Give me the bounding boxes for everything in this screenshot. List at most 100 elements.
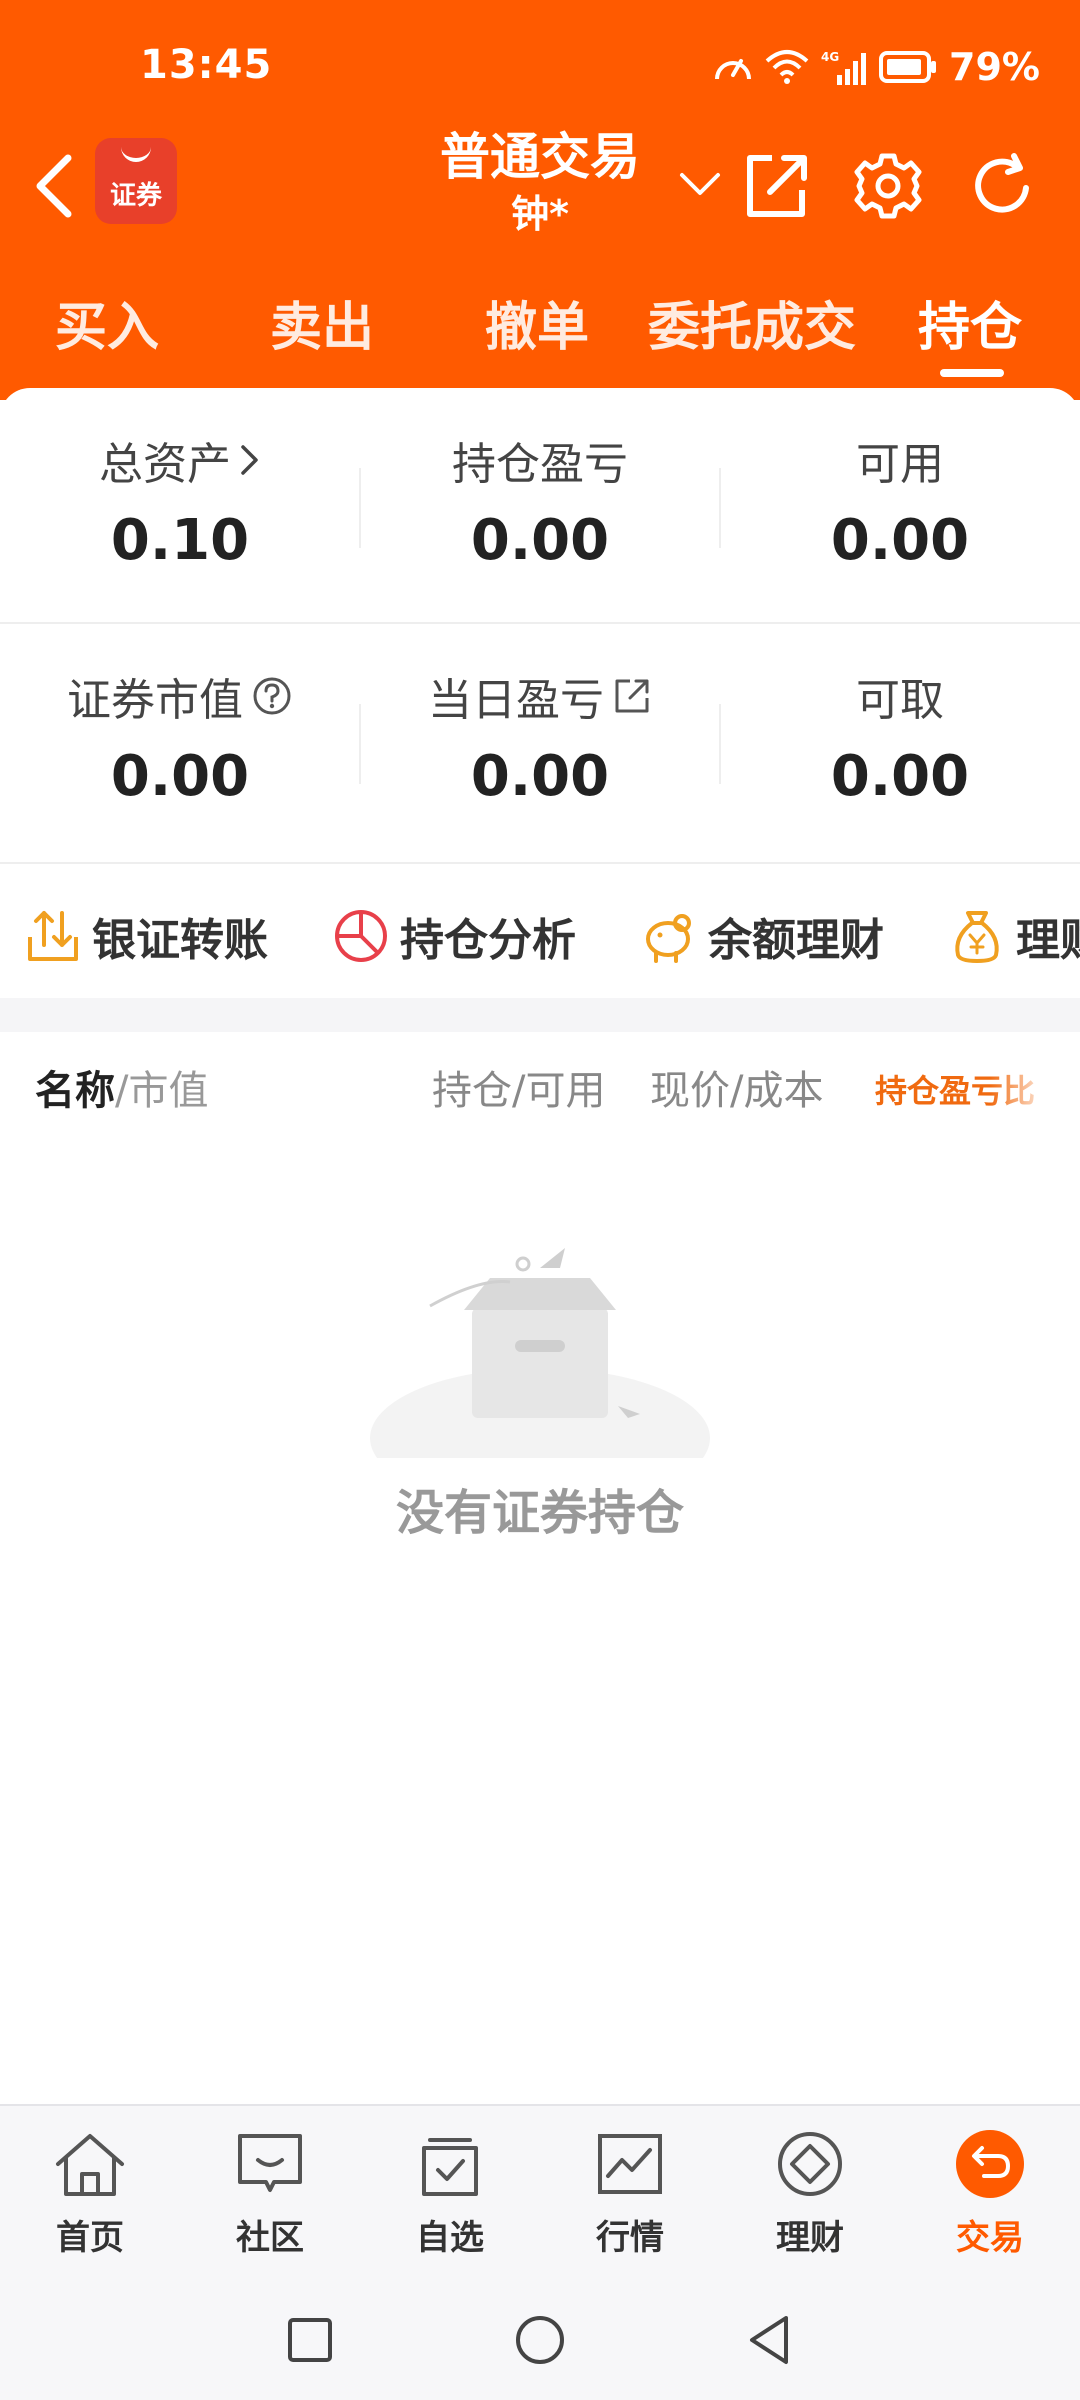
position-pnl-cell: 持仓盈亏 0.00 xyxy=(360,388,720,624)
money-bag-icon xyxy=(955,911,999,963)
position-analysis-label: 持仓分析 xyxy=(400,915,576,966)
withdrawable-value: 0.00 xyxy=(830,744,970,809)
back-icon[interactable] xyxy=(28,150,80,222)
bottom-nav: 首页 社区 自选 行情 理财 交易 xyxy=(0,2104,1080,2280)
external-link-icon[interactable] xyxy=(612,676,652,716)
status-icons: 4G 79% xyxy=(713,42,1040,92)
transfer-icon xyxy=(28,911,78,961)
market-value-value: 0.00 xyxy=(110,744,250,809)
column-name-label: 名称 xyxy=(35,1068,115,1114)
available-label-wrap: 可用 xyxy=(720,428,1080,492)
column-market-value-label: /市值 xyxy=(115,1068,209,1114)
account-name: 钟* xyxy=(511,192,569,236)
daily-pnl-label: 当日盈亏 xyxy=(428,675,604,726)
speed-icon xyxy=(715,59,752,80)
daily-pnl-value: 0.00 xyxy=(470,744,610,809)
tab-positions[interactable]: 持仓 xyxy=(918,285,1022,360)
market-value-cell: 证券市值 0.00 xyxy=(0,624,360,860)
nav-trade-label: 交易 xyxy=(956,2218,1024,2258)
available-label: 可用 xyxy=(856,439,944,490)
trade-icon xyxy=(956,2130,1024,2198)
tab-cancel-order[interactable]: 撤单 xyxy=(485,285,589,360)
bank-transfer-button[interactable]: 银证转账 xyxy=(24,904,268,968)
header-bar: 13:45 4G 79% 证券 普通交易 钟* 买入 卖出 撤单 委托成交 持仓 xyxy=(0,0,1080,400)
position-pnl-value: 0.00 xyxy=(470,508,610,573)
app-logo: 证券 xyxy=(95,138,177,224)
logo-mark-icon xyxy=(121,142,151,162)
status-time: 13:45 xyxy=(140,42,273,88)
trade-tabs: 买入 卖出 撤单 委托成交 持仓 xyxy=(0,285,1080,377)
nav-home-label: 首页 xyxy=(56,2218,124,2258)
daily-pnl-label-wrap: 当日盈亏 xyxy=(360,664,720,728)
tab-sell[interactable]: 卖出 xyxy=(270,285,374,360)
pie-chart-icon xyxy=(335,910,387,962)
nav-market-label: 行情 xyxy=(596,2218,664,2258)
nav-market[interactable]: 行情 xyxy=(555,2130,705,2270)
tab-active-indicator xyxy=(940,369,1004,377)
nav-community-label: 社区 xyxy=(236,2218,304,2258)
wifi-icon xyxy=(765,50,809,84)
total-assets-label: 总资产 xyxy=(99,439,231,490)
gear-icon[interactable] xyxy=(852,150,924,222)
help-icon[interactable] xyxy=(251,675,293,717)
chevron-right-icon xyxy=(241,445,258,475)
position-pnl-label: 持仓盈亏 xyxy=(452,439,628,490)
quick-actions-bar: 银证转账 持仓分析 余额理财 理财 xyxy=(0,862,1080,1002)
nav-watchlist[interactable]: 自选 xyxy=(375,2130,525,2270)
nav-home[interactable]: 首页 xyxy=(15,2130,165,2270)
column-price-cost: 现价/成本 xyxy=(650,1068,824,1114)
column-name-market-value: 名称/市值 xyxy=(35,1058,208,1116)
nav-wealth-label: 理财 xyxy=(776,2218,844,2258)
nav-wealth[interactable]: 理财 xyxy=(735,2130,885,2270)
daily-pnl-cell[interactable]: 当日盈亏 0.00 xyxy=(360,624,720,860)
empty-state-text: 没有证券持仓 xyxy=(395,1485,684,1541)
withdrawable-label-wrap: 可取 xyxy=(720,664,1080,728)
chevron-down-icon[interactable] xyxy=(676,165,724,205)
wealth-icon xyxy=(778,2132,842,2196)
total-assets-label-wrap: 总资产 xyxy=(0,428,360,492)
withdrawable-label: 可取 xyxy=(856,675,944,726)
home-circle-icon[interactable] xyxy=(510,2310,570,2370)
home-icon xyxy=(56,2134,124,2196)
position-analysis-button[interactable]: 持仓分析 xyxy=(332,904,576,968)
wealth-button[interactable]: 理财 xyxy=(948,904,1080,968)
piggy-bank-icon xyxy=(646,914,691,963)
status-bar: 13:45 4G 79% xyxy=(0,0,1080,130)
section-divider xyxy=(0,998,1080,1032)
column-scroll-fade xyxy=(990,1058,1080,1128)
account-switcher[interactable]: 普通交易 钟* xyxy=(380,125,700,239)
svg-text:4G: 4G xyxy=(821,50,839,64)
column-holding-available: 持仓/可用 xyxy=(432,1068,606,1114)
logo-text: 证券 xyxy=(109,181,162,211)
refresh-icon[interactable] xyxy=(966,150,1038,222)
balance-wealth-label: 余额理财 xyxy=(708,915,884,966)
back-triangle-icon[interactable] xyxy=(740,2310,800,2370)
positions-list-header: 名称/市值 持仓/可用 现价/成本 持仓盈亏比 xyxy=(0,1058,1080,1138)
system-nav-bar xyxy=(0,2280,1080,2400)
summary-row-2: 证券市值 0.00 当日盈亏 0.00 可取 0.00 xyxy=(0,624,1080,860)
wealth-label: 理财 xyxy=(1016,915,1080,966)
market-value-label: 证券市值 xyxy=(67,675,243,726)
bank-transfer-label: 银证转账 xyxy=(92,915,268,966)
community-icon xyxy=(238,2134,302,2192)
tab-orders-trades[interactable]: 委托成交 xyxy=(648,285,856,360)
positions-panel: 总资产 0.10 持仓盈亏 0.00 可用 0.00 证券市值 0.00 当日盈… xyxy=(0,388,1080,2104)
recent-apps-icon[interactable] xyxy=(280,2310,340,2370)
nav-watchlist-label: 自选 xyxy=(416,2218,484,2258)
total-assets-cell[interactable]: 总资产 0.10 xyxy=(0,388,360,624)
available-value: 0.00 xyxy=(830,508,970,573)
battery-percent: 79% xyxy=(949,45,1040,89)
withdrawable-cell: 可取 0.00 xyxy=(720,624,1080,860)
total-assets-value: 0.10 xyxy=(110,508,250,573)
share-icon[interactable] xyxy=(740,150,812,222)
nav-trade[interactable]: 交易 xyxy=(915,2130,1065,2270)
balance-wealth-button[interactable]: 余额理财 xyxy=(640,904,884,968)
nav-community[interactable]: 社区 xyxy=(195,2130,345,2270)
empty-box-icon xyxy=(370,1248,710,1458)
cellular-signal-icon: 4G xyxy=(821,50,867,85)
summary-row-1: 总资产 0.10 持仓盈亏 0.00 可用 0.00 xyxy=(0,388,1080,624)
market-value-label-wrap: 证券市值 xyxy=(0,664,360,728)
tab-buy[interactable]: 买入 xyxy=(55,285,159,360)
watchlist-icon xyxy=(422,2138,478,2196)
page-title: 普通交易 xyxy=(440,128,640,186)
